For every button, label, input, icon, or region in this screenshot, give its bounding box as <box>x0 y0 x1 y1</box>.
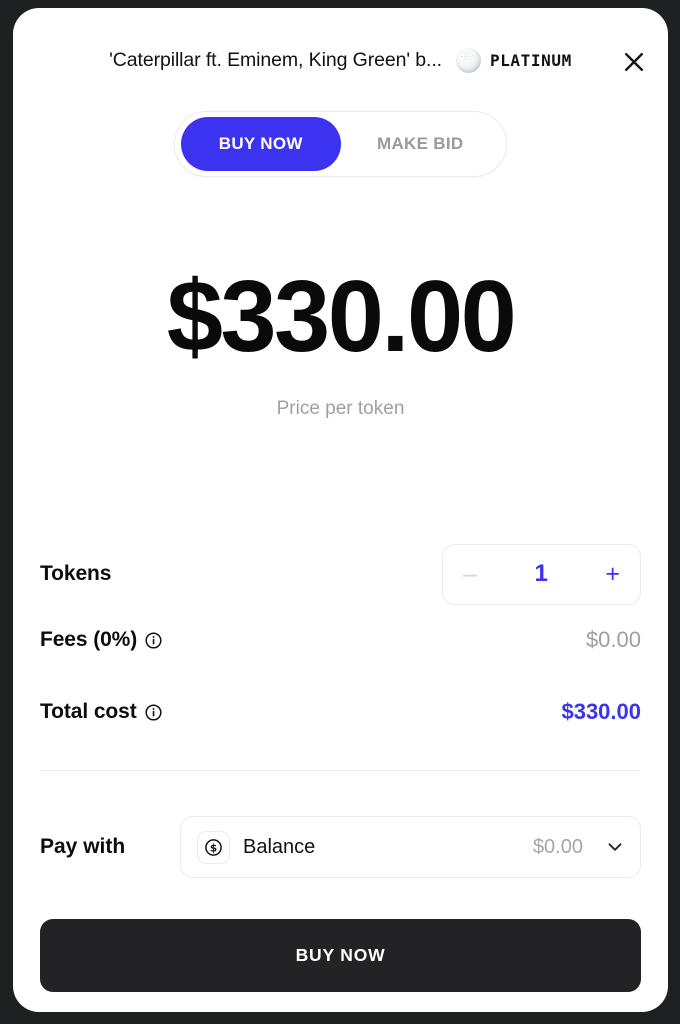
fees-label: Fees (0%) <box>40 628 138 651</box>
svg-text:$: $ <box>210 842 217 854</box>
chevron-down-icon[interactable] <box>606 838 624 856</box>
quantity-stepper: – 1 + <box>442 543 641 605</box>
pay-with-row: Pay with $ Balance $0.00 <box>40 813 641 881</box>
tier-badge: PLATINUM <box>455 47 572 73</box>
pay-with-label: Pay with <box>40 835 126 858</box>
payment-method-name: Balance <box>243 835 316 858</box>
item-title: 'Caterpillar ft. Eminem, King Green' b..… <box>109 48 442 71</box>
fees-label-group: Fees (0%) <box>40 628 162 652</box>
price-block: $330.00 Price per token <box>13 261 668 420</box>
quantity-value[interactable]: 1 <box>534 560 547 588</box>
order-summary: Tokens – 1 + Fees (0%) $0.00 Total cost … <box>40 538 641 742</box>
section-divider <box>40 770 641 771</box>
info-icon[interactable] <box>145 703 162 721</box>
payment-method-amount: $0.00 <box>532 835 583 858</box>
total-cost-row: Total cost $330.00 <box>40 682 641 742</box>
total-cost-value: $330.00 <box>561 699 641 724</box>
increment-button[interactable]: + <box>603 561 622 587</box>
fees-row: Fees (0%) $0.00 <box>40 610 641 670</box>
tab-buy-now[interactable]: BUY NOW <box>181 117 341 171</box>
tokens-label: Tokens <box>40 562 112 585</box>
screen-backdrop: 'Caterpillar ft. Eminem, King Green' b..… <box>0 0 680 1024</box>
platinum-sphere-icon <box>455 47 481 73</box>
close-icon <box>623 51 645 73</box>
price-caption: Price per token <box>276 398 405 420</box>
tab-make-bid[interactable]: MAKE BID <box>341 117 501 171</box>
payment-method-select[interactable]: $ Balance $0.00 <box>180 816 641 878</box>
dollar-coin-icon: $ <box>197 830 230 864</box>
buy-modal: 'Caterpillar ft. Eminem, King Green' b..… <box>13 8 668 1012</box>
total-label-group: Total cost <box>40 700 162 724</box>
close-button[interactable] <box>620 48 648 76</box>
decrement-button[interactable]: – <box>461 561 479 587</box>
total-cost-label: Total cost <box>40 700 137 723</box>
tokens-row: Tokens – 1 + <box>40 538 641 610</box>
modal-header: 'Caterpillar ft. Eminem, King Green' b..… <box>13 8 668 112</box>
price-value: $330.00 <box>166 261 517 373</box>
info-icon[interactable] <box>145 631 162 649</box>
mode-tab-switcher: BUY NOW MAKE BID <box>174 111 507 177</box>
buy-now-button[interactable]: BUY NOW <box>40 919 641 992</box>
tier-badge-label: PLATINUM <box>489 50 572 70</box>
fees-value: $0.00 <box>585 627 641 652</box>
